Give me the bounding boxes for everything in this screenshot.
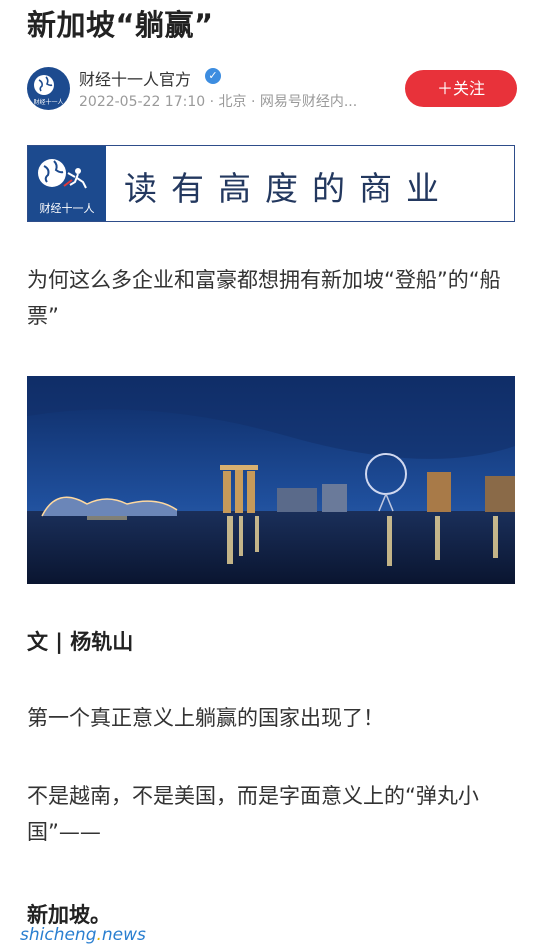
- brand-slogan: 读有高度的商业: [124, 169, 453, 208]
- watermark-suffix: news: [101, 925, 146, 945]
- globe-icon: [38, 159, 87, 189]
- brand-logo: 财经十一人: [28, 146, 106, 221]
- paragraph: 第一个真正意义上躺赢的国家出现了！: [27, 706, 384, 730]
- brand-banner: 财经十一人 读有高度的商业: [27, 145, 515, 222]
- verified-icon: ✓: [205, 68, 221, 84]
- watermark-prefix: shicheng: [20, 925, 97, 945]
- author-byline: 文 | 杨轨山: [27, 630, 134, 654]
- follow-button[interactable]: ＋关注: [405, 70, 517, 107]
- article-title: 新加坡“躺赢”: [27, 8, 214, 42]
- intro-paragraph: 为何这么多企业和富豪都想拥有新加坡“登船”的“船票”: [27, 268, 501, 328]
- brand-logo-text: 财经十一人: [39, 202, 95, 215]
- author-name[interactable]: 财经十一人官方: [79, 66, 191, 90]
- svg-text:财经十一人: 财经十一人: [33, 98, 63, 106]
- author-avatar[interactable]: 财经十一人: [27, 67, 70, 110]
- paragraph: 不是越南，不是美国，而是字面意义上的“弹丸小国”——: [27, 784, 479, 844]
- author-row: 财经十一人 财经十一人官方 ✓ 2022-05-22 17:10 · 北京 · …: [27, 64, 519, 114]
- site-watermark: shicheng.news: [20, 925, 146, 945]
- slogan-fade: [444, 146, 514, 221]
- globe-icon: 财经十一人: [33, 75, 64, 106]
- singapore-skyline-photo: [27, 376, 515, 584]
- post-meta: 2022-05-22 17:10 · 北京 · 网易号财经内...: [79, 94, 358, 110]
